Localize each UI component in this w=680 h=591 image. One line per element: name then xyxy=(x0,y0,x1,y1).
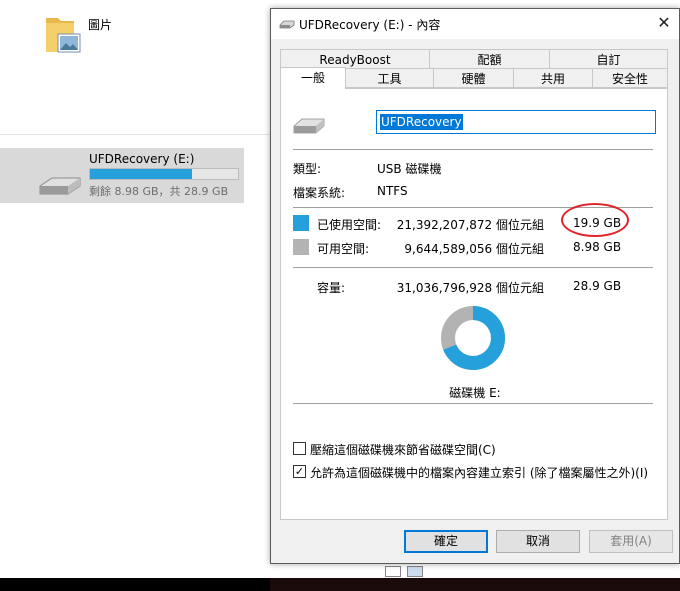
capacity-label: 容量: xyxy=(317,281,346,295)
free-space-label: 可用空間: xyxy=(317,242,370,256)
divider xyxy=(293,267,653,268)
tab-tools[interactable]: 工具 xyxy=(345,68,434,88)
used-space-bytes: 21,392,207,872 個位元組 xyxy=(396,218,544,232)
drive-icon xyxy=(279,20,295,29)
filesystem-label: 檔案系統: xyxy=(293,186,346,200)
usage-donut-chart xyxy=(441,306,505,370)
details-view-icon[interactable] xyxy=(385,566,401,577)
type-label: 類型: xyxy=(293,162,322,176)
capacity-bytes: 31,036,796,928 個位元組 xyxy=(396,281,544,295)
drive-caption: 磁碟機 E: xyxy=(449,386,501,400)
free-space-swatch xyxy=(293,239,309,255)
drive-free-text: 剩餘 8.98 GB，共 28.9 GB xyxy=(89,185,229,198)
free-space-size: 8.98 GB xyxy=(573,240,622,254)
filesystem-value: NTFS xyxy=(377,184,408,198)
tiles-view-icon[interactable] xyxy=(407,566,423,577)
drive-usage-bar xyxy=(89,168,239,180)
view-buttons xyxy=(385,566,425,578)
cancel-button[interactable]: 取消 xyxy=(496,530,580,553)
used-space-label: 已使用空間: xyxy=(317,218,382,232)
taskbar-strip-left xyxy=(0,578,270,591)
usb-drive-icon xyxy=(293,118,325,134)
tab-general[interactable]: 一般 xyxy=(280,67,346,89)
index-label[interactable]: 允許為這個磁碟機中的檔案內容建立索引 (除了檔案屬性之外)(I) xyxy=(310,464,648,481)
active-tab-join xyxy=(281,87,345,89)
dialog-title: UFDRecovery (E:) - 內容 xyxy=(299,18,441,32)
folder-label[interactable]: 圖片 xyxy=(88,16,112,33)
usb-drive-icon xyxy=(39,177,81,195)
drive-usage-fill xyxy=(90,169,193,179)
free-space-bytes: 9,644,589,056 個位元組 xyxy=(404,242,544,256)
tab-security[interactable]: 安全性 xyxy=(592,68,668,88)
type-value: USB 磁碟機 xyxy=(377,162,442,176)
folder-icon[interactable] xyxy=(44,14,82,54)
tab-hardware[interactable]: 硬體 xyxy=(433,68,514,88)
divider xyxy=(293,149,653,150)
highlight-circle xyxy=(561,203,629,237)
tab-sharing[interactable]: 共用 xyxy=(513,68,593,88)
divider xyxy=(0,134,270,135)
tab-readyboost[interactable]: ReadyBoost xyxy=(280,49,430,69)
drive-name: UFDRecovery (E:) xyxy=(89,152,195,166)
used-space-swatch xyxy=(293,215,309,231)
tab-quota[interactable]: 配額 xyxy=(429,49,550,69)
capacity-size: 28.9 GB xyxy=(573,279,622,293)
volume-name-input[interactable]: UFDRecovery xyxy=(376,110,656,134)
apply-button[interactable]: 套用(A) xyxy=(589,530,673,553)
ok-button[interactable]: 確定 xyxy=(404,530,488,553)
close-button[interactable]: ✕ xyxy=(650,10,678,36)
index-checkbox[interactable]: ✓ xyxy=(293,465,306,478)
volume-name-text: UFDRecovery xyxy=(380,114,463,130)
divider xyxy=(293,403,653,404)
compress-label[interactable]: 壓縮這個磁碟機來節省磁碟空間(C) xyxy=(310,441,496,458)
tab-customize[interactable]: 自訂 xyxy=(549,49,668,69)
compress-checkbox[interactable] xyxy=(293,442,306,455)
